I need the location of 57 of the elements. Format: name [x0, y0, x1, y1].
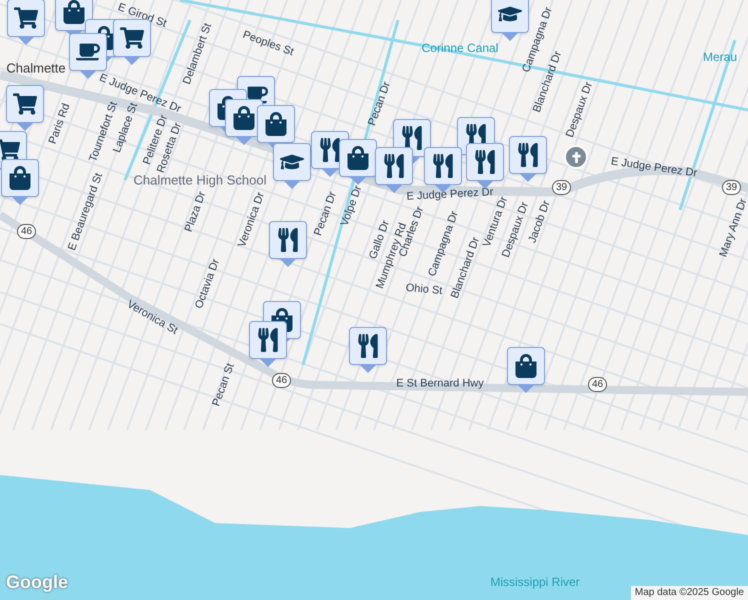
water-label: Corinne Canal	[422, 42, 498, 54]
map-pin-marker[interactable]	[249, 321, 287, 367]
map-pin-marker[interactable]	[507, 347, 545, 393]
fork-knife-icon	[400, 126, 424, 150]
fork-knife-icon	[473, 150, 497, 174]
street-label: Paris Rd	[48, 102, 72, 146]
map-pin-marker[interactable]	[339, 139, 377, 185]
map-pin-marker[interactable]	[375, 147, 413, 193]
map-pin-marker[interactable]	[6, 85, 44, 131]
street-label: Mary Ann Dr	[718, 197, 748, 259]
cross-icon	[570, 152, 582, 162]
street-label: E Judge Perez Dr	[610, 156, 698, 180]
church-marker[interactable]	[564, 145, 588, 169]
street-label: Plaza Dr	[184, 190, 208, 234]
street-label: Pecan Dr	[313, 190, 339, 238]
map-pin-marker[interactable]	[1, 159, 39, 205]
water-label: Mississippi River	[490, 576, 580, 588]
street-label: Pecan Dr	[367, 80, 393, 128]
fork-knife-icon	[382, 154, 406, 178]
place-label: Chalmette High School	[134, 174, 266, 186]
shopping-cart-icon	[14, 6, 38, 30]
map-pin-marker[interactable]	[509, 136, 547, 182]
city-label: Chalmette	[6, 62, 66, 74]
street-label: Jacob Dr	[527, 199, 553, 245]
shopping-bag-icon	[264, 112, 288, 136]
route-shield: 46	[17, 224, 36, 239]
street-label: Pecan St	[211, 362, 237, 408]
map-pin-marker[interactable]	[349, 327, 387, 373]
map-attribution: Map data ©2025 Google	[630, 586, 748, 600]
street-label: E St Bernard Hwy	[396, 378, 484, 390]
map-pin-marker[interactable]	[269, 221, 307, 267]
google-logo: Google	[6, 571, 68, 594]
shopping-bag-icon	[514, 354, 538, 378]
shopping-cart-icon	[0, 138, 20, 162]
fork-knife-icon	[431, 154, 455, 178]
water-label: Merau	[703, 51, 737, 63]
fork-knife-icon	[318, 138, 342, 162]
shopping-bag-icon	[232, 106, 256, 130]
street-label: E Judge Perez Dr	[406, 187, 494, 203]
street-label: Volpe Dr	[340, 184, 364, 228]
street-label: Ohio St	[405, 282, 443, 298]
shopping-bag-icon	[346, 146, 370, 170]
route-shield: 39	[552, 180, 572, 195]
shopping-bag-icon	[8, 166, 32, 190]
map-pin-marker[interactable]	[7, 0, 45, 45]
map-pin-marker[interactable]	[466, 143, 504, 189]
shopping-bag-icon	[62, 0, 86, 24]
fork-knife-icon	[256, 328, 280, 352]
fork-knife-icon	[276, 228, 300, 252]
shopping-cart-icon	[13, 92, 37, 116]
shopping-cart-icon	[120, 26, 144, 50]
map-pin-marker[interactable]	[273, 143, 311, 189]
route-shield: 46	[588, 377, 608, 392]
fork-knife-icon	[516, 143, 540, 167]
route-shield: 46	[272, 373, 292, 388]
fork-knife-icon	[356, 334, 380, 358]
route-shield: 39	[722, 180, 742, 195]
